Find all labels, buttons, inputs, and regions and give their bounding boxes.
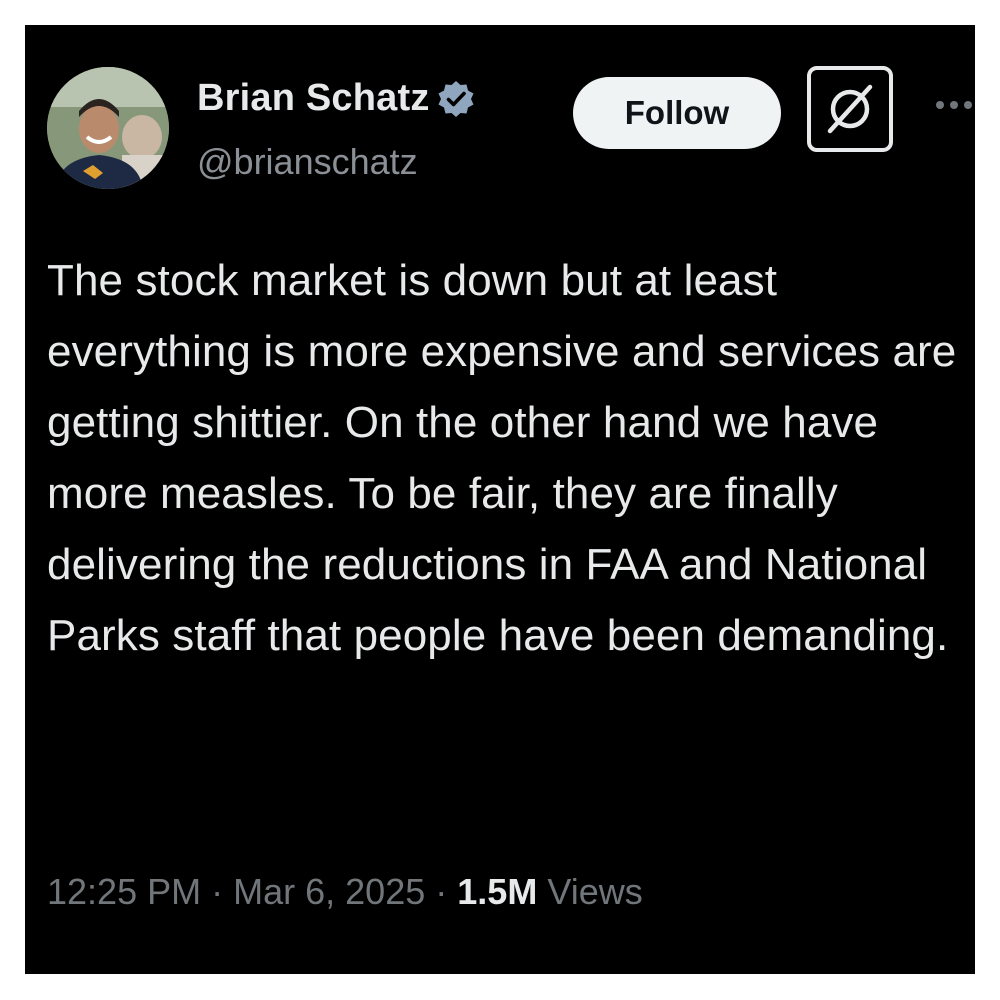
views-label: Views	[547, 871, 643, 912]
profile-photo-icon	[47, 67, 169, 189]
verified-badge-icon[interactable]	[436, 79, 476, 119]
tweet-text: The stock market is down but at least ev…	[47, 256, 957, 660]
author-name-row: Brian Schatz	[197, 77, 476, 120]
tweet-meta: 12:25 PM · Mar 6, 2025 · 1.5M Views	[47, 871, 643, 913]
grok-button[interactable]	[807, 66, 893, 152]
more-icon	[936, 101, 972, 109]
views-count[interactable]: 1.5M	[457, 871, 537, 912]
tweet-time[interactable]: 12:25 PM	[47, 871, 201, 912]
follow-button[interactable]: Follow	[573, 77, 781, 149]
author-avatar[interactable]	[47, 67, 169, 189]
tweet-card: Brian Schatz @brianschatz Follow The sto…	[25, 25, 975, 974]
author-name[interactable]: Brian Schatz	[197, 77, 430, 120]
grok-icon	[827, 84, 873, 134]
meta-separator: ·	[435, 871, 448, 912]
tweet-date[interactable]: Mar 6, 2025	[233, 871, 425, 912]
meta-separator: ·	[211, 871, 224, 912]
author-handle[interactable]: @brianschatz	[197, 141, 418, 183]
more-button[interactable]	[933, 95, 975, 115]
